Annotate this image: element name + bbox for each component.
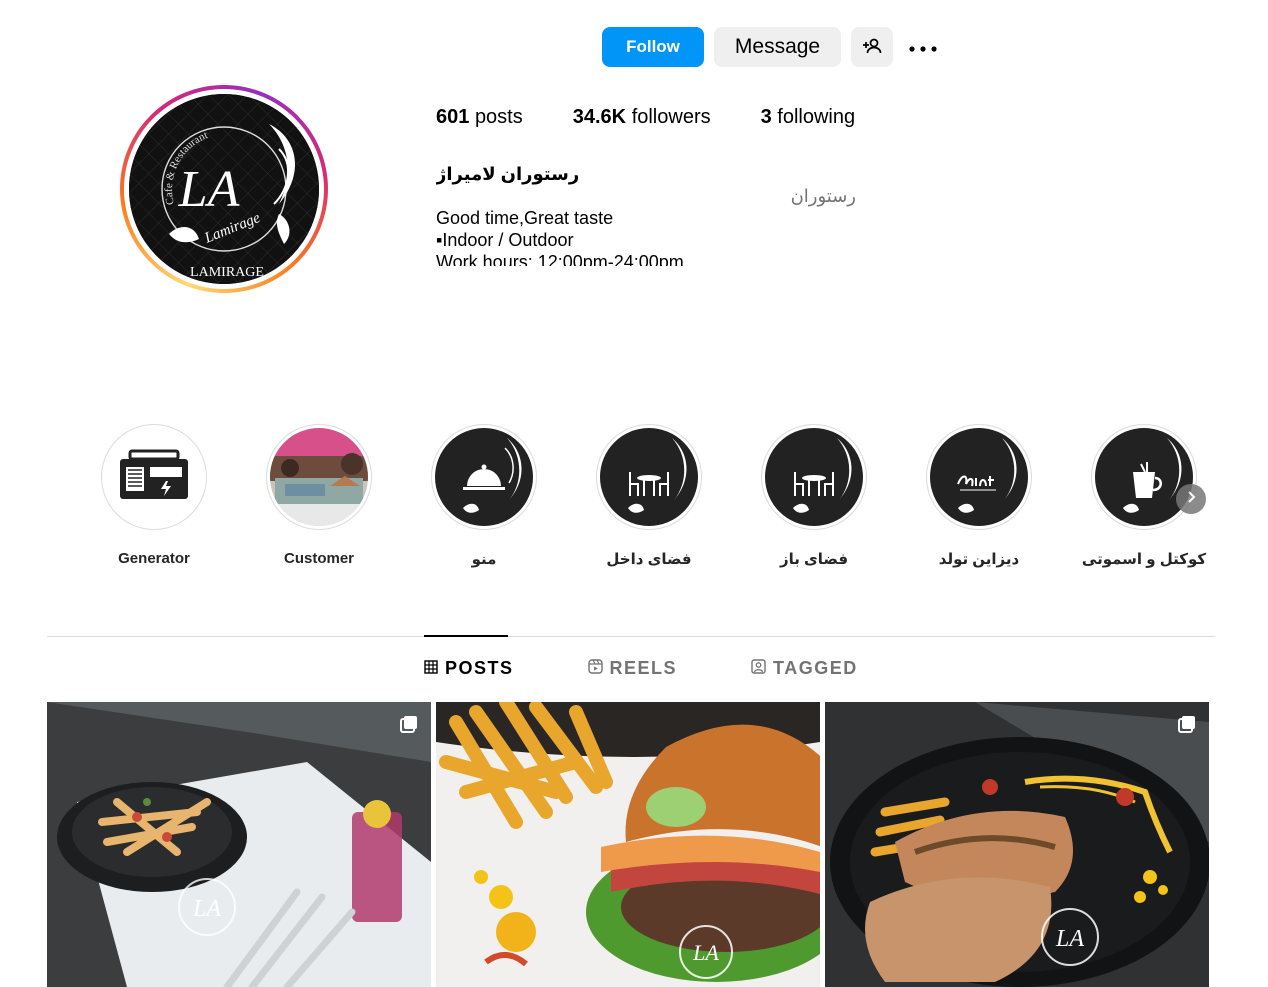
tab-reels-label: REELS bbox=[609, 658, 678, 678]
highlight-ring bbox=[1091, 424, 1197, 530]
highlight-generator[interactable]: Generator bbox=[100, 424, 208, 567]
tabs-divider bbox=[47, 636, 1215, 637]
highlight-label: فضای داخل bbox=[606, 551, 692, 568]
followers-stat[interactable]: 34.6K followers bbox=[573, 106, 711, 129]
follow-button[interactable]: Follow bbox=[602, 27, 704, 67]
post-watermark: LA bbox=[1055, 926, 1084, 952]
highlight-ring bbox=[431, 424, 537, 530]
highlight-label: منو bbox=[471, 551, 497, 568]
bio-line-1: Good time,Great taste bbox=[436, 208, 614, 228]
followers-count: 34.6K bbox=[572, 106, 627, 128]
highlight-ring bbox=[596, 424, 702, 530]
highlight-customer[interactable]: Customer bbox=[265, 424, 373, 567]
story-highlights: Generator Customer منو فضای داخل فضای با… bbox=[100, 424, 1210, 574]
profile-avatar[interactable]: Cafe & Restaurant LA Lamirage LAMIRAGE bbox=[120, 85, 328, 293]
cloche-icon bbox=[435, 428, 533, 526]
following-count: 3 bbox=[760, 106, 772, 128]
reels-icon bbox=[587, 658, 603, 679]
profile-category: رستوران bbox=[790, 186, 856, 206]
profile-name: رستوران لامیراژ bbox=[436, 164, 580, 184]
highlight-label: کوکتل و اسموتی bbox=[1081, 551, 1207, 568]
tagged-icon bbox=[751, 658, 766, 679]
birthday-icon bbox=[930, 428, 1028, 526]
table-chairs-icon bbox=[600, 428, 698, 526]
logo-main-text: LA bbox=[178, 161, 240, 218]
following-stat[interactable]: 3 following bbox=[761, 106, 856, 129]
bio-line-3: Work hours: 12:00pm-24:00pm bbox=[436, 252, 684, 266]
post-tile[interactable]: LA bbox=[47, 702, 431, 987]
message-button[interactable]: Message bbox=[714, 27, 841, 67]
highlight-label: فضای باز bbox=[779, 551, 849, 568]
profile-stats: 601 posts 34.6K followers 3 following bbox=[436, 106, 855, 129]
logo-bottom-text: LAMIRAGE bbox=[190, 265, 264, 280]
highlight-outdoor[interactable]: فضای باز bbox=[760, 424, 868, 568]
photo-thumbnail bbox=[270, 428, 368, 526]
table-chairs-icon bbox=[765, 428, 863, 526]
posts-count: 601 bbox=[436, 106, 470, 128]
posts-grid: LA LA LA bbox=[47, 702, 1209, 987]
carousel-icon bbox=[1177, 714, 1197, 739]
post-watermark: LA bbox=[192, 896, 221, 922]
post-watermark: LA bbox=[692, 940, 719, 965]
more-options-button[interactable] bbox=[903, 27, 943, 67]
tab-posts[interactable]: POSTS bbox=[424, 658, 514, 679]
tab-tagged[interactable]: TAGGED bbox=[751, 658, 858, 679]
posts-label: posts bbox=[474, 106, 523, 128]
avatar-logo: Cafe & Restaurant LA Lamirage LAMIRAGE bbox=[129, 94, 319, 284]
highlight-indoor[interactable]: فضای داخل bbox=[595, 424, 703, 568]
bio-line-2: ▪Indoor / Outdoor bbox=[436, 230, 574, 250]
generator-icon bbox=[105, 428, 203, 526]
highlight-birthday[interactable]: دیزاین تولد bbox=[925, 424, 1033, 568]
add-person-icon bbox=[862, 38, 882, 57]
posts-stat: 601 posts bbox=[436, 106, 523, 129]
tab-tagged-label: TAGGED bbox=[773, 658, 858, 678]
cocktail-icon bbox=[1095, 428, 1193, 526]
tab-reels[interactable]: REELS bbox=[587, 658, 678, 679]
highlight-label: Generator bbox=[118, 550, 190, 567]
highlight-ring bbox=[926, 424, 1032, 530]
profile-tabs: POSTS REELS TAGGED bbox=[424, 658, 858, 679]
highlight-label: دیزاین تولد bbox=[938, 551, 1020, 568]
post-tile[interactable]: LA bbox=[436, 702, 820, 987]
following-label: following bbox=[777, 106, 856, 128]
followers-label: followers bbox=[631, 106, 711, 128]
avatar-gap: Cafe & Restaurant LA Lamirage LAMIRAGE bbox=[124, 89, 324, 289]
highlight-menu[interactable]: منو bbox=[430, 424, 538, 568]
profile-bio: رستوران لامیراژ رستوران Good time,Great … bbox=[436, 163, 856, 266]
highlight-ring bbox=[101, 424, 207, 530]
highlight-ring bbox=[266, 424, 372, 530]
post-image-sandwich: LA bbox=[825, 702, 1209, 987]
post-image-burger: LA bbox=[436, 702, 820, 987]
profile-actions: Follow Message bbox=[602, 27, 943, 67]
post-image-pasta: LA bbox=[47, 702, 431, 987]
highlight-label: Customer bbox=[283, 550, 354, 567]
active-tab-indicator bbox=[424, 635, 508, 637]
post-tile[interactable]: LA bbox=[825, 702, 1209, 987]
more-dots-icon bbox=[909, 40, 937, 55]
highlight-ring bbox=[761, 424, 867, 530]
chevron-right-icon bbox=[1185, 490, 1197, 509]
highlights-next-button[interactable] bbox=[1176, 484, 1206, 514]
grid-icon bbox=[424, 658, 438, 679]
suggested-accounts-button[interactable] bbox=[851, 27, 893, 67]
tab-posts-label: POSTS bbox=[445, 658, 514, 678]
carousel-icon bbox=[399, 714, 419, 739]
